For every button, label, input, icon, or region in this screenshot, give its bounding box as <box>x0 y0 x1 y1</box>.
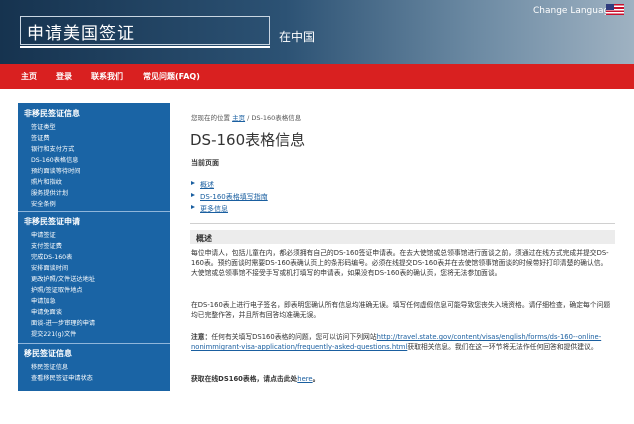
nav-contact[interactable]: 联系我们 <box>91 71 123 82</box>
sidebar-heading-nonimmigrant-info[interactable]: 非移民签证信息 <box>24 108 80 119</box>
sidebar-item-wait-times[interactable]: 预约面谈等待时间 <box>31 166 81 175</box>
nav-login[interactable]: 登录 <box>56 71 72 82</box>
site-title-box: 申请美国签证 <box>20 16 270 48</box>
sidebar-item-change-address[interactable]: 更改护照/文件送达地址 <box>31 274 95 283</box>
sidebar-item-pay-fee[interactable]: 支付签证费 <box>31 241 62 250</box>
note-tail: 获取相关信息。我们在这一环节将无法作任何回答和提供建议。 <box>407 343 598 351</box>
site-title[interactable]: 申请美国签证 <box>27 19 135 44</box>
sidebar-item-221g[interactable]: 提交221(g)文件 <box>31 329 76 338</box>
sidebar-item-ds160-info[interactable]: DS-160表格信息 <box>31 155 79 164</box>
triangle-right-icon <box>191 205 195 209</box>
sidebar: 非移民签证信息 签证类型 签证费 银行和支付方式 DS-160表格信息 预约面谈… <box>18 103 170 391</box>
sidebar-item-apply-visa[interactable]: 申请签证 <box>31 230 56 239</box>
get-form-label: 获取在线DS160表格，请点击此处 <box>191 375 298 383</box>
page-title: DS-160表格信息 <box>190 131 306 149</box>
us-flag-icon[interactable] <box>606 4 624 15</box>
breadcrumb-home-link[interactable]: 主页 <box>232 114 245 122</box>
sidebar-item-service-plan[interactable]: 服务提供计划 <box>31 188 68 197</box>
sidebar-item-security[interactable]: 安全条例 <box>31 199 56 208</box>
sidebar-divider <box>18 343 170 344</box>
note-label: 注意： <box>191 333 212 341</box>
breadcrumb-prefix: 您现在的位置 <box>191 114 233 122</box>
flag-canton <box>606 4 614 10</box>
sidebar-item-visa-fees[interactable]: 签证费 <box>31 133 50 142</box>
sidebar-item-bank-payment[interactable]: 银行和支付方式 <box>31 144 74 153</box>
sidebar-heading-immigrant-info[interactable]: 移民签证信息 <box>24 348 72 359</box>
sidebar-item-expedite[interactable]: 申请加急 <box>31 296 56 305</box>
country-label: 在中国 <box>279 30 316 44</box>
sidebar-item-interview-waiver[interactable]: 申请免面谈 <box>31 307 62 316</box>
change-language-link[interactable]: Change Language <box>533 6 615 16</box>
sidebar-item-further-review[interactable]: 面谈-进一步审理的申请 <box>31 318 95 327</box>
triangle-right-icon <box>191 181 195 185</box>
main-content: 您现在的位置 主页 / DS-160表格信息 DS-160表格信息 当前页面 概… <box>185 103 615 391</box>
toc-link-overview[interactable]: 概述 <box>200 180 214 190</box>
section-header: 概述 <box>190 230 615 244</box>
toc-link-more-info[interactable]: 更多信息 <box>200 204 228 214</box>
title-underline <box>20 46 270 48</box>
get-form-end: 。 <box>312 375 320 383</box>
sidebar-item-pickup-location[interactable]: 护照/签证取件地点 <box>31 285 83 294</box>
sidebar-heading-nonimmigrant-apply[interactable]: 非移民签证申请 <box>24 216 80 227</box>
note-text: 任何有关填写DS160表格的问题，您可以访问下列网站 <box>211 333 377 341</box>
breadcrumb-current: / DS-160表格信息 <box>245 114 302 122</box>
sidebar-item-photos-fingerprints[interactable]: 照片和指纹 <box>31 177 62 186</box>
triangle-right-icon <box>191 193 195 197</box>
overview-paragraph-2: 在DS-160表上进行电子签名，即表明您确认所有信息均准确无误。填写任何虚假信息… <box>191 301 611 319</box>
nav-faq[interactable]: 常见问题(FAQ) <box>143 71 200 82</box>
main-nav: 主页 登录 联系我们 常见问题(FAQ) <box>0 64 634 89</box>
breadcrumb: 您现在的位置 主页 / DS-160表格信息 <box>191 112 301 122</box>
section-title-overview: 概述 <box>196 234 212 243</box>
sidebar-item-immigrant-status[interactable]: 查看移民签证申请状态 <box>31 373 93 382</box>
sidebar-item-visa-types[interactable]: 签证类型 <box>31 122 56 131</box>
note-paragraph: 注意：任何有关填写DS160表格的问题，您可以访问下列网站http://trav… <box>191 332 611 352</box>
current-page-label: 当前页面 <box>191 159 219 167</box>
toc-link-guide[interactable]: DS-160表格填写指南 <box>200 192 268 202</box>
overview-paragraph-1: 每位申请人，包括儿童在内，都必须拥有自己的DS-160签证申请表。在去大使馆或总… <box>191 249 609 277</box>
nav-home[interactable]: 主页 <box>21 71 37 82</box>
sidebar-divider <box>18 211 170 212</box>
divider <box>190 223 615 224</box>
get-form-here-link[interactable]: here <box>297 375 312 383</box>
site-header: 申请美国签证 在中国 Change Language <box>0 0 634 64</box>
sidebar-item-schedule-interview[interactable]: 安排面谈时间 <box>31 263 68 272</box>
sidebar-item-immigrant-info[interactable]: 移民签证信息 <box>31 362 68 371</box>
sidebar-item-complete-ds160[interactable]: 完成DS-160表 <box>31 252 72 261</box>
get-form-paragraph: 获取在线DS160表格，请点击此处here。 <box>191 374 611 384</box>
